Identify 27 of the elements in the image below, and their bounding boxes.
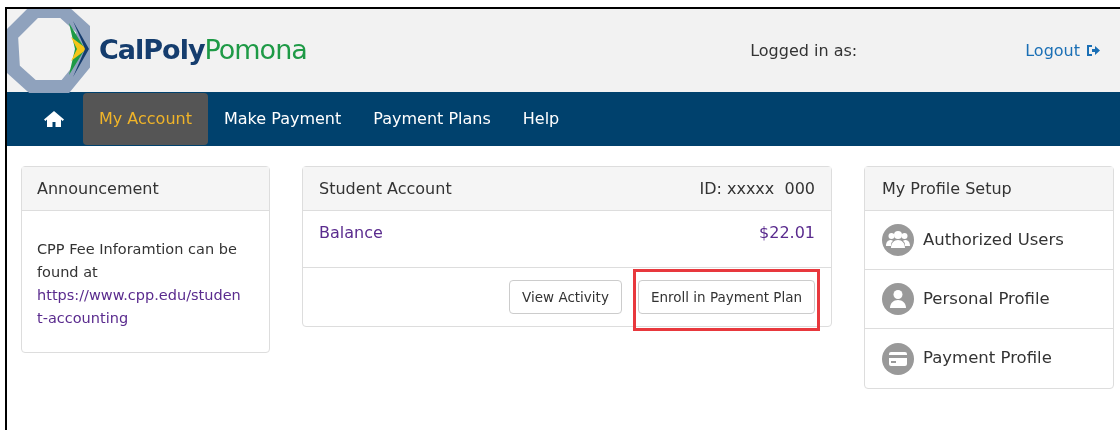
home-icon xyxy=(43,110,65,128)
nav-tab[interactable]: Payment Plans xyxy=(357,93,507,145)
profile-menu-item[interactable]: Personal Profile xyxy=(865,270,1113,329)
nav-tab[interactable]: Make Payment xyxy=(207,93,358,145)
balance-link[interactable]: Balance xyxy=(319,221,383,245)
announcement-link[interactable]: https://www.cpp.edu/studen xyxy=(37,284,254,307)
action-button[interactable]: Enroll in Payment Plan xyxy=(637,280,815,314)
profile-menu-item[interactable]: Payment Profile xyxy=(865,329,1113,388)
balance-amount: $22.01 xyxy=(759,222,815,244)
card-title: Announcement xyxy=(37,177,159,200)
profile-menu-item[interactable]: Authorized Users xyxy=(865,211,1113,270)
announcement-link[interactable]: t-accounting xyxy=(37,307,129,330)
account-id: ID: xxxxx 000 xyxy=(699,177,815,200)
users-icon xyxy=(882,224,914,256)
card-title: Student Account xyxy=(319,177,452,200)
announcement-text: CPP Fee Inforamtion can be found at xyxy=(37,240,238,282)
logo-icon xyxy=(7,8,91,93)
logout-link[interactable]: Logout xyxy=(1025,38,1100,63)
logged-in-label: Logged in as: xyxy=(750,39,858,62)
nav-tab[interactable]: Help xyxy=(506,93,576,145)
action-button[interactable]: View Activity xyxy=(509,280,622,314)
credit-card-icon xyxy=(882,342,914,375)
logo-wordmark: CalPolyPomona xyxy=(99,33,307,68)
person-icon xyxy=(882,283,914,315)
logout-icon xyxy=(1086,44,1100,57)
card-title: My Profile Setup xyxy=(882,177,1012,200)
nav-tab[interactable]: My Account xyxy=(83,93,208,145)
